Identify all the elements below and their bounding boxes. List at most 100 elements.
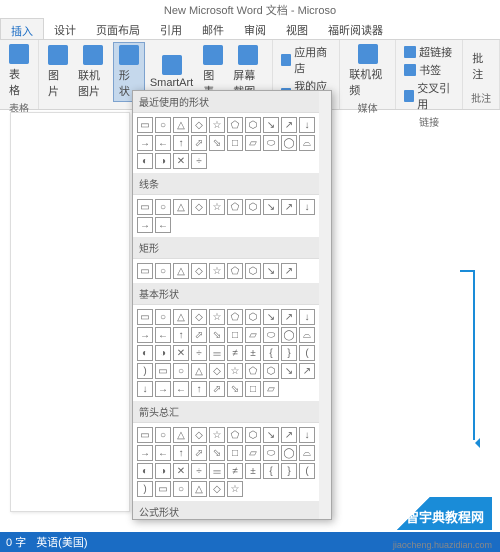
shape-item[interactable]: ⬡ — [263, 363, 279, 379]
shape-item[interactable]: ) — [137, 481, 153, 497]
shape-item[interactable]: ▭ — [137, 309, 153, 325]
shape-item[interactable]: ⬡ — [245, 263, 261, 279]
shape-item[interactable]: ○ — [155, 263, 171, 279]
shape-item[interactable]: ⬠ — [227, 427, 243, 443]
shape-item[interactable]: ☆ — [209, 263, 225, 279]
shape-item[interactable]: ← — [155, 445, 171, 461]
shape-item[interactable]: ＝ — [209, 463, 225, 479]
shape-item[interactable]: ( — [299, 463, 315, 479]
shape-item[interactable]: ⬂ — [209, 135, 225, 151]
shape-item[interactable]: ↓ — [299, 117, 315, 133]
shape-item[interactable]: ⬠ — [227, 309, 243, 325]
shape-item[interactable]: ← — [173, 381, 189, 397]
shape-item[interactable]: ◯ — [281, 445, 297, 461]
shape-item[interactable]: ⬡ — [245, 427, 261, 443]
shape-item[interactable]: → — [137, 327, 153, 343]
shape-item[interactable]: ⬂ — [209, 327, 225, 343]
tab-design[interactable]: 设计 — [44, 18, 86, 39]
shape-item[interactable]: ⌓ — [299, 327, 315, 343]
shape-item[interactable]: ☆ — [209, 199, 225, 215]
shape-item[interactable]: { — [263, 345, 279, 361]
shape-item[interactable]: ← — [155, 135, 171, 151]
shape-item[interactable]: ⬡ — [245, 117, 261, 133]
shape-item[interactable]: ◇ — [191, 427, 207, 443]
shape-item[interactable]: ↘ — [263, 309, 279, 325]
shape-item[interactable]: ↗ — [281, 309, 297, 325]
shape-item[interactable]: ▭ — [155, 363, 171, 379]
shape-item[interactable]: ⬭ — [263, 135, 279, 151]
shape-item[interactable]: ⬠ — [227, 199, 243, 215]
shape-item[interactable]: ▭ — [137, 427, 153, 443]
shape-item[interactable]: △ — [191, 363, 207, 379]
shape-item[interactable]: ▭ — [155, 481, 171, 497]
shape-item[interactable]: ± — [245, 345, 261, 361]
shape-item[interactable]: ⬭ — [263, 445, 279, 461]
shape-item[interactable]: → — [137, 135, 153, 151]
shape-item[interactable]: ◐ — [137, 463, 153, 479]
btn-crossref[interactable]: 交叉引用 — [404, 80, 454, 112]
shape-item[interactable]: ◐ — [137, 345, 153, 361]
tab-mail[interactable]: 邮件 — [192, 18, 234, 39]
btn-store[interactable]: 应用商店 — [281, 44, 331, 76]
shape-item[interactable]: ✕ — [173, 153, 189, 169]
shape-item[interactable]: ◇ — [191, 309, 207, 325]
shape-item[interactable]: ◇ — [209, 481, 225, 497]
shape-item[interactable]: ↓ — [299, 427, 315, 443]
shape-item[interactable]: △ — [173, 427, 189, 443]
btn-smartart[interactable]: SmartArt — [145, 53, 198, 91]
shape-item[interactable]: ⬠ — [245, 363, 261, 379]
tab-foxit[interactable]: 福昕阅读器 — [318, 18, 393, 39]
shape-item[interactable]: ▭ — [137, 199, 153, 215]
shape-item[interactable]: ○ — [155, 199, 171, 215]
shape-item[interactable]: } — [281, 463, 297, 479]
shape-item[interactable]: { — [263, 463, 279, 479]
shape-item[interactable]: ◑ — [155, 345, 171, 361]
shape-item[interactable]: ⬭ — [263, 327, 279, 343]
shape-item[interactable]: ☆ — [227, 481, 243, 497]
shape-item[interactable]: ○ — [155, 427, 171, 443]
shape-item[interactable]: ⬂ — [227, 381, 243, 397]
shape-item[interactable]: } — [281, 345, 297, 361]
btn-bookmark[interactable]: 书签 — [404, 62, 454, 78]
shape-item[interactable]: ↘ — [263, 117, 279, 133]
shape-item[interactable]: ÷ — [191, 345, 207, 361]
shape-item[interactable]: ▱ — [245, 445, 261, 461]
shape-item[interactable]: ( — [299, 345, 315, 361]
word-count[interactable]: 0 字 — [6, 534, 26, 550]
btn-comment[interactable]: 批注 — [467, 48, 495, 84]
language[interactable]: 英语(美国) — [36, 534, 87, 550]
shape-item[interactable]: ⬠ — [227, 117, 243, 133]
shape-item[interactable]: ↗ — [281, 427, 297, 443]
shape-item[interactable]: ↑ — [173, 135, 189, 151]
document-page[interactable] — [10, 112, 130, 512]
shape-item[interactable]: □ — [245, 381, 261, 397]
shape-item[interactable]: → — [137, 445, 153, 461]
shape-item[interactable]: ☆ — [227, 363, 243, 379]
shape-item[interactable]: ← — [155, 217, 171, 233]
tab-view[interactable]: 视图 — [276, 18, 318, 39]
shape-item[interactable]: ↗ — [281, 117, 297, 133]
btn-hyperlink[interactable]: 超链接 — [404, 44, 454, 60]
shape-item[interactable]: ◑ — [155, 153, 171, 169]
shape-item[interactable]: ↘ — [263, 263, 279, 279]
shape-item[interactable]: □ — [227, 445, 243, 461]
shape-item[interactable]: △ — [173, 199, 189, 215]
shape-item[interactable]: ↘ — [263, 199, 279, 215]
shape-item[interactable]: ↑ — [173, 327, 189, 343]
shape-item[interactable]: ) — [137, 363, 153, 379]
shape-item[interactable]: ⬀ — [191, 327, 207, 343]
shape-item[interactable]: △ — [173, 117, 189, 133]
shape-item[interactable]: ◯ — [281, 135, 297, 151]
shape-item[interactable]: ÷ — [191, 463, 207, 479]
shape-item[interactable]: ↑ — [191, 381, 207, 397]
shape-item[interactable]: ↘ — [281, 363, 297, 379]
shape-item[interactable]: ↘ — [263, 427, 279, 443]
shape-item[interactable]: △ — [173, 309, 189, 325]
shape-item[interactable]: □ — [227, 135, 243, 151]
shape-item[interactable]: ⬂ — [209, 445, 225, 461]
shape-item[interactable]: ◇ — [191, 199, 207, 215]
shape-item[interactable]: ＝ — [209, 345, 225, 361]
shape-item[interactable]: ← — [155, 327, 171, 343]
shape-item[interactable]: ↗ — [281, 199, 297, 215]
shape-item[interactable]: ▱ — [245, 327, 261, 343]
